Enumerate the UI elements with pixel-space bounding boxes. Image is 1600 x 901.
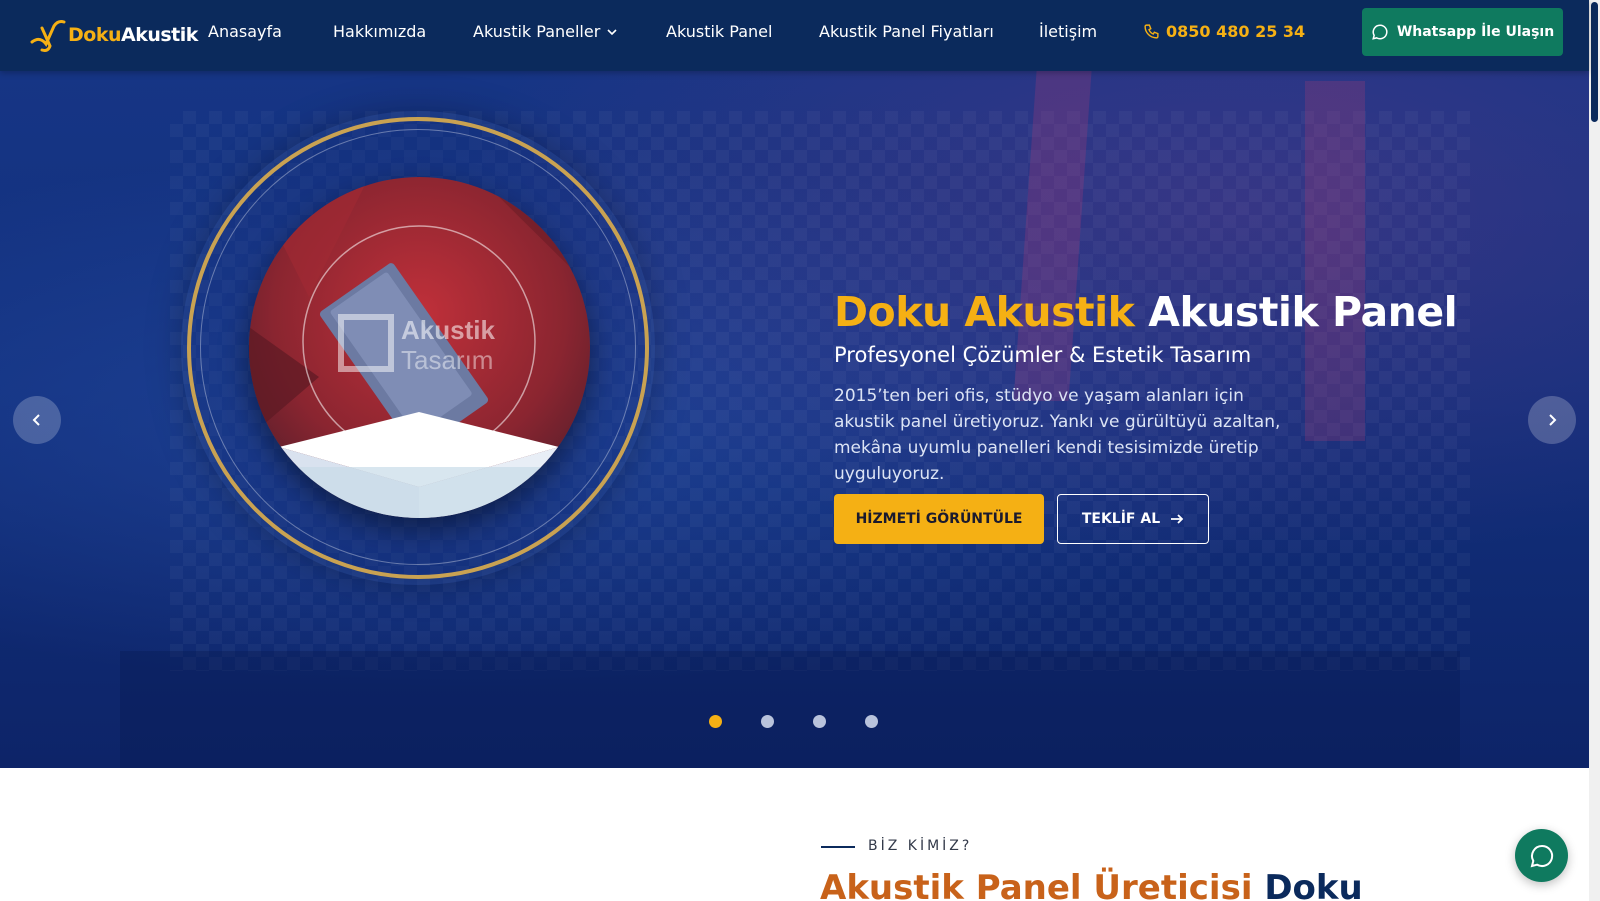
get-quote-button[interactable]: TEKLİF AL (1057, 494, 1209, 544)
about-section: BİZ KİMİZ? Akustik Panel Üreticisi Doku (0, 768, 1589, 901)
slider-pagination (709, 715, 878, 728)
slider-dot[interactable] (761, 715, 774, 728)
about-eyebrow: BİZ KİMİZ? (868, 838, 973, 854)
hero-product-image: Akustik Tasarım (249, 177, 590, 518)
logo-mark-icon (30, 20, 66, 52)
phone-link[interactable]: 0850 480 25 34 (1143, 22, 1305, 41)
nav-item-acoustic-panel[interactable]: Akustik Panel (666, 22, 772, 41)
hero-subtitle: Profesyonel Çözümler & Estetik Tasarım (834, 343, 1252, 367)
hero-title: Doku Akustik Akustik Panel (834, 288, 1458, 336)
page-scrollbar[interactable] (1589, 0, 1600, 901)
nav-item-about[interactable]: Hakkımızda (333, 22, 426, 41)
nav-item-panels-dropdown[interactable]: Akustik Paneller (473, 22, 618, 41)
brand-name: DokuAkustik (68, 24, 198, 46)
slider-next-button[interactable] (1528, 396, 1576, 444)
acoustic-panel-illustration: Akustik Tasarım (249, 177, 590, 518)
slider-dot[interactable] (813, 715, 826, 728)
hero-background-floor (120, 651, 1460, 768)
about-title: Akustik Panel Üreticisi Doku (820, 868, 1363, 901)
site-header: DokuAkustik Anasayfa Hakkımızda Akustik … (0, 0, 1589, 71)
nav-item-prices[interactable]: Akustik Panel Fiyatları (819, 22, 994, 41)
view-service-button[interactable]: HİZMETİ GÖRÜNTÜLE (834, 494, 1044, 544)
nav-item-home[interactable]: Anasayfa (208, 22, 282, 41)
chevron-down-icon (607, 28, 617, 35)
hero-description: 2015’ten beri ofis, stüdyo ve yaşam alan… (834, 386, 1281, 484)
slider-dot[interactable] (709, 715, 722, 728)
slider-prev-button[interactable] (13, 396, 61, 444)
arrow-right-icon (1171, 514, 1184, 524)
svg-text:Akustik: Akustik (401, 315, 495, 345)
whatsapp-icon (1372, 24, 1388, 40)
svg-text:Tasarım: Tasarım (401, 345, 493, 375)
scrollbar-thumb[interactable] (1591, 2, 1598, 122)
chevron-right-icon (1549, 414, 1557, 426)
slider-dot[interactable] (865, 715, 878, 728)
chevron-left-icon (32, 414, 40, 426)
chat-bubble-icon (1530, 844, 1553, 867)
whatsapp-button[interactable]: Whatsapp İle Ulaşın (1362, 8, 1563, 56)
brand-logo[interactable]: DokuAkustik (28, 16, 198, 54)
chat-button[interactable] (1515, 829, 1568, 882)
nav-item-contact[interactable]: İletişim (1039, 22, 1097, 41)
hero-background-stripe (1305, 81, 1365, 441)
phone-icon (1144, 24, 1159, 39)
eyebrow-divider (821, 846, 855, 848)
